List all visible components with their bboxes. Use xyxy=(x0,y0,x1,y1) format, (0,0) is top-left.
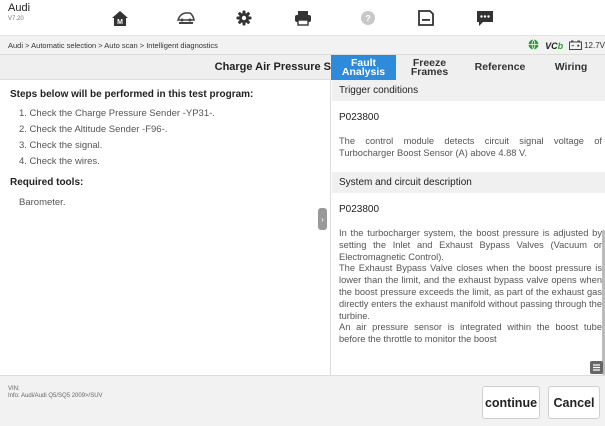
vci-label: VCb xyxy=(545,40,564,51)
fault-analysis-panel: Trigger conditions P023800 The control m… xyxy=(332,80,605,375)
bottom-bar: VIN: Info: Audi/Audi Q5/SQ5 2009>/SUV co… xyxy=(0,375,605,426)
app-brand: Audi V7.20 xyxy=(8,2,31,23)
trigger-description: The control module detects circuit signa… xyxy=(339,136,602,158)
tab-bar: Fault Analysis Freeze Frames Reference Wir… xyxy=(331,55,605,80)
battery-icon xyxy=(569,40,583,52)
vehicle-info: VIN: Info: Audi/Audi Q5/SQ5 2009>/SUV xyxy=(8,386,103,400)
trigger-dtc-code: P023800 xyxy=(339,112,380,123)
step-item: 3. Check the signal. xyxy=(19,140,103,151)
app-name: Audi xyxy=(8,2,31,14)
home-icon[interactable]: M xyxy=(108,6,132,30)
breadcrumb[interactable]: Audi > Automatic selection > Auto scan >… xyxy=(8,41,218,50)
battery-voltage: 12.7V xyxy=(569,40,605,52)
description-paragraph: An air pressure sensor is integrated wit… xyxy=(339,322,602,345)
tab-reference[interactable]: Reference xyxy=(463,55,537,80)
chat-icon[interactable] xyxy=(473,6,497,30)
continue-button[interactable]: continue xyxy=(482,386,540,419)
vehicle-info-text: Info: Audi/Audi Q5/SQ5 2009>/SUV xyxy=(8,393,103,399)
panel-collapse-handle[interactable]: › xyxy=(318,208,327,230)
system-description: In the turbocharger system, the boost pr… xyxy=(339,228,602,346)
voltage-value: 12.7V xyxy=(584,41,605,50)
cancel-button[interactable]: Cancel xyxy=(548,386,600,419)
app-version: V7.20 xyxy=(8,16,24,22)
save-icon[interactable] xyxy=(414,6,438,30)
menu-list-icon[interactable] xyxy=(590,361,603,374)
print-icon[interactable] xyxy=(291,6,315,30)
description-paragraph: The Exhaust Bypass Valve closes when the… xyxy=(339,263,602,321)
network-globe-icon xyxy=(528,37,539,55)
top-toolbar: Audi V7.20 M ? xyxy=(0,0,605,36)
steps-heading: Steps below will be performed in this te… xyxy=(10,89,254,100)
step-item: 4. Check the wires. xyxy=(19,156,100,167)
breadcrumb-bar: Audi > Automatic selection > Auto scan >… xyxy=(0,36,605,55)
chevron-right-icon: › xyxy=(321,214,324,224)
description-paragraph: In the turbocharger system, the boost pr… xyxy=(339,228,602,262)
vehicle-menu-icon[interactable] xyxy=(174,6,198,30)
tab-freeze-frames[interactable]: Freeze Frames xyxy=(396,55,463,80)
tools-heading: Required tools: xyxy=(10,177,84,188)
tab-label: Analysis xyxy=(341,65,386,78)
tab-label: Reference xyxy=(474,61,526,73)
page-title: Charge Air Pressure S xyxy=(214,61,331,73)
tab-wiring[interactable]: Wiring xyxy=(537,55,605,80)
system-description-heading: System and circuit description xyxy=(332,172,605,193)
system-dtc-code: P023800 xyxy=(339,204,380,215)
tab-label: Wiring xyxy=(554,61,588,73)
tab-fault-analysis[interactable]: Fault Analysis xyxy=(331,55,396,80)
trigger-conditions-heading: Trigger conditions xyxy=(332,80,605,101)
title-strip: Charge Air Pressure S xyxy=(0,55,331,80)
svg-text:?: ? xyxy=(365,14,371,24)
step-item: 2. Check the Altitude Sender -F96-. xyxy=(19,124,168,135)
help-icon[interactable]: ? xyxy=(356,6,380,30)
tool-item: Barometer. xyxy=(19,197,66,208)
vci-status: VCb xyxy=(545,41,563,51)
settings-icon[interactable] xyxy=(232,6,256,30)
status-area: VCb 12.7V xyxy=(528,37,605,55)
vin-label: VIN: xyxy=(8,386,20,392)
test-program-panel: Steps below will be performed in this te… xyxy=(0,80,331,375)
step-item: 1. Check the Charge Pressure Sender -YP3… xyxy=(19,108,215,119)
svg-text:M: M xyxy=(117,19,123,26)
tab-label: Frames xyxy=(410,65,449,78)
